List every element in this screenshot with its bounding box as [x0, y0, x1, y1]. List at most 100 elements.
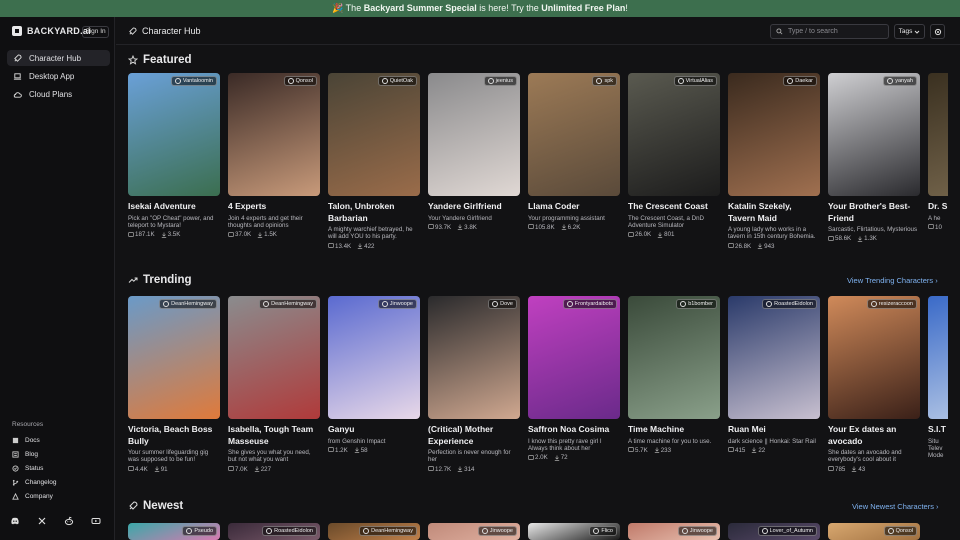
sidebar-item-character-hub[interactable]: Character Hub	[7, 50, 110, 66]
character-name: Victoria, Beach Boss Bully	[128, 424, 213, 446]
author-badge[interactable]: RoastedEidolon	[762, 299, 817, 309]
sidebar-item-cloud-plans[interactable]: Cloud Plans	[7, 86, 110, 102]
character-card[interactable]: Jinwoope Ganyu from Genshin Impact 1.2K 58	[328, 296, 420, 473]
character-card[interactable]: DeanHemingway Isabella, Tough Team Masseu…	[228, 296, 320, 473]
reddit-icon[interactable]	[64, 516, 74, 526]
character-card[interactable]: b1bomber Time Machine A time machine for y…	[628, 296, 720, 473]
character-thumbnail[interactable]: Lover_of_Autumn	[728, 523, 820, 540]
character-thumbnail[interactable]: RoastedEidolon	[228, 523, 320, 540]
search-box[interactable]	[770, 24, 889, 39]
character-card[interactable]: Flico	[528, 523, 620, 540]
character-card[interactable]: Frontyardaibots Saffron Noa Cosima I know …	[528, 296, 620, 473]
character-thumbnail[interactable]: yanyah	[828, 73, 920, 196]
brand-logo[interactable]: BACKYARD.ai	[12, 26, 91, 36]
x-icon[interactable]	[37, 516, 47, 526]
author-badge[interactable]: Daekar	[783, 76, 817, 86]
character-thumbnail[interactable]	[928, 296, 948, 419]
character-thumbnail[interactable]: Frontyardaibots	[528, 296, 620, 419]
author-badge[interactable]: resizeraccoon	[866, 299, 917, 309]
character-thumbnail[interactable]: Jinwoope	[628, 523, 720, 540]
author-badge[interactable]: Flico	[589, 526, 617, 536]
character-card[interactable]: Jinwoope	[628, 523, 720, 540]
character-card[interactable]: Qonsol 4 Experts Join 4 experts and get th…	[228, 73, 320, 250]
author-badge[interactable]: Dove	[488, 299, 517, 309]
character-card[interactable]: VirtualAlias The Crescent Coast The Cresce…	[628, 73, 720, 250]
character-card[interactable]: jeenius Yandere Girlfriend Your Yandere Gi…	[428, 73, 520, 250]
character-thumbnail[interactable]: resizeraccoon	[828, 296, 920, 419]
sign-in-button[interactable]: Sign In	[82, 26, 109, 38]
character-card[interactable]: Dove (Critical) Mother Experience Perfecti…	[428, 296, 520, 473]
resource-company[interactable]: Company	[12, 489, 112, 503]
character-thumbnail[interactable]: DeanHemingway	[328, 523, 420, 540]
settings-button[interactable]	[930, 24, 945, 39]
character-thumbnail[interactable]	[928, 73, 948, 196]
view-trending-link[interactable]: View Trending Characters ›	[847, 276, 938, 285]
character-thumbnail[interactable]: VirtualAlias	[628, 73, 720, 196]
resource-changelog[interactable]: Changelog	[12, 475, 112, 489]
author-badge[interactable]: Frontyardaibots	[562, 299, 617, 309]
author-badge[interactable]: Qonsol	[883, 526, 917, 536]
author-badge[interactable]: DeanHemingway	[159, 299, 217, 309]
character-thumbnail[interactable]: Qonsol	[828, 523, 920, 540]
search-input[interactable]	[788, 28, 888, 35]
tags-dropdown[interactable]: Tags	[894, 24, 925, 39]
author-badge[interactable]: Vantaloomin	[170, 76, 217, 86]
character-card[interactable]: DeanHemingway	[328, 523, 420, 540]
character-thumbnail[interactable]: Vantaloomin	[128, 73, 220, 196]
youtube-icon[interactable]	[91, 516, 101, 526]
character-thumbnail[interactable]: Daekar	[728, 73, 820, 196]
character-thumbnail[interactable]: Flico	[528, 523, 620, 540]
character-thumbnail[interactable]: RoastedEidolon	[728, 296, 820, 419]
character-card[interactable]: yanyah Your Brother's Best-Friend Sarcasti…	[828, 73, 920, 250]
author-badge[interactable]: yanyah	[883, 76, 917, 86]
resource-blog[interactable]: Blog	[12, 447, 112, 461]
discord-icon[interactable]	[10, 516, 20, 526]
character-card[interactable]: Qonsol	[828, 523, 920, 540]
banner-special: Backyard Summer Special	[363, 3, 477, 13]
author-badge[interactable]: Jinwoope	[377, 299, 417, 309]
author-badge[interactable]: b1bomber	[676, 299, 717, 309]
character-thumbnail[interactable]: Jinwoope	[428, 523, 520, 540]
author-badge[interactable]: VirtualAlias	[673, 76, 717, 86]
resource-docs[interactable]: Docs	[12, 433, 112, 447]
character-card[interactable]: RoastedEidolon Ruan Mei dark science || Ho…	[728, 296, 820, 473]
author-badge[interactable]: spk	[592, 76, 617, 86]
character-thumbnail[interactable]: Qonsol	[228, 73, 320, 196]
download-count: 3.5K	[161, 231, 180, 238]
character-card[interactable]: Lover_of_Autumn	[728, 523, 820, 540]
author-badge[interactable]: Pseudo	[182, 526, 217, 536]
sidebar-item-desktop-app[interactable]: Desktop App	[7, 68, 110, 84]
character-card[interactable]: Jinwoope	[428, 523, 520, 540]
character-card[interactable]: spk Llama Coder Your programming assistant…	[528, 73, 620, 250]
author-badge[interactable]: QuietOak	[377, 76, 417, 86]
character-card[interactable]: Vantaloomin Isekai Adventure Pick an "OP C…	[128, 73, 220, 250]
character-card[interactable]: DeanHemingway Victoria, Beach Boss Bully Y…	[128, 296, 220, 473]
character-thumbnail[interactable]: spk	[528, 73, 620, 196]
character-card[interactable]: resizeraccoon Your Ex dates an avocado She…	[828, 296, 920, 473]
author-badge[interactable]: DeanHemingway	[359, 526, 417, 536]
author-badge[interactable]: Qonsol	[283, 76, 317, 86]
author-badge[interactable]: Lover_of_Autumn	[757, 526, 817, 536]
character-card[interactable]: RoastedEidolon	[228, 523, 320, 540]
view-newest-link[interactable]: View Newest Characters ›	[852, 502, 939, 511]
character-thumbnail[interactable]: jeenius	[428, 73, 520, 196]
character-thumbnail[interactable]: Dove	[428, 296, 520, 419]
character-thumbnail[interactable]: b1bomber	[628, 296, 720, 419]
resource-status[interactable]: Status	[12, 461, 112, 475]
author-badge[interactable]: Jinwoope	[677, 526, 717, 536]
character-thumbnail[interactable]: QuietOak	[328, 73, 420, 196]
character-card[interactable]: Pseudo	[128, 523, 220, 540]
author-badge[interactable]: Jinwoope	[477, 526, 517, 536]
character-thumbnail[interactable]: Jinwoope	[328, 296, 420, 419]
character-card[interactable]: QuietOak Talon, Unbroken Barbarian A might…	[328, 73, 420, 250]
author-badge[interactable]: DeanHemingway	[259, 299, 317, 309]
character-thumbnail[interactable]: Pseudo	[128, 523, 220, 540]
author-badge[interactable]: jeenius	[483, 76, 517, 86]
character-card[interactable]: S.I.T Situ Telev Mode	[928, 296, 948, 473]
promo-banner[interactable]: 🎉 The Backyard Summer Special is here! T…	[0, 0, 960, 17]
character-card[interactable]: Daekar Katalin Szekely, Tavern Maid A youn…	[728, 73, 820, 250]
character-thumbnail[interactable]: DeanHemingway	[128, 296, 220, 419]
author-badge[interactable]: RoastedEidolon	[262, 526, 317, 536]
character-card[interactable]: Dr. S A he 10	[928, 73, 948, 250]
character-thumbnail[interactable]: DeanHemingway	[228, 296, 320, 419]
